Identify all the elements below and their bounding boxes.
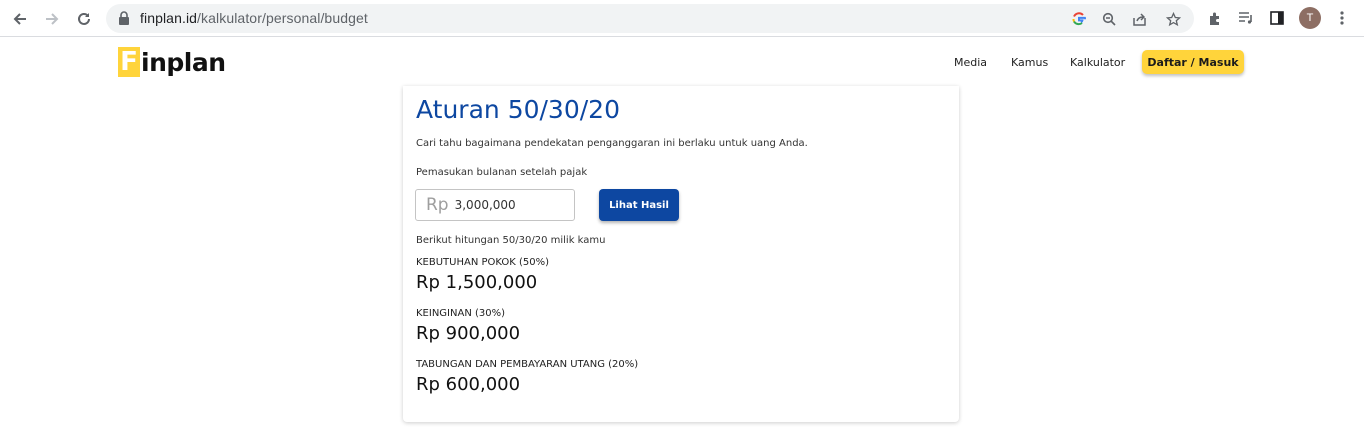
bookmark-star-icon[interactable] — [1164, 10, 1182, 28]
browser-toolbar: finplan.id/kalkulator/personal/budget T — [0, 0, 1364, 37]
logo-text: inplan — [141, 47, 226, 77]
forward-icon[interactable] — [40, 7, 64, 31]
extensions-icon[interactable] — [1206, 9, 1224, 27]
google-icon[interactable] — [1070, 10, 1088, 28]
currency-prefix: Rp — [426, 195, 449, 215]
result-value-wants: Rp 900,000 — [416, 323, 521, 344]
reload-icon[interactable] — [72, 7, 96, 31]
nav-kamus[interactable]: Kamus — [1011, 56, 1048, 69]
share-icon[interactable] — [1130, 10, 1148, 28]
lihat-hasil-button[interactable]: Lihat Hasil — [599, 189, 679, 221]
media-control-icon[interactable] — [1237, 9, 1255, 27]
result-value-savings: Rp 600,000 — [416, 374, 521, 395]
address-bar[interactable]: finplan.id/kalkulator/personal/budget — [106, 4, 1194, 33]
lock-icon[interactable] — [118, 11, 130, 30]
income-label: Pemasukan bulanan setelah pajak — [416, 167, 588, 178]
result-label-wants: KEINGINAN (30%) — [416, 308, 506, 319]
site-header: F inplan Media Kamus Kalkulator Daftar /… — [0, 38, 1364, 88]
result-label-savings: TABUNGAN DAN PEMBAYARAN UTANG (20%) — [416, 359, 639, 370]
logo-letter: F — [118, 47, 140, 77]
finplan-logo[interactable]: F inplan — [118, 47, 226, 77]
daftar-masuk-button[interactable]: Daftar / Masuk — [1142, 50, 1244, 74]
result-label-needs: KEBUTUHAN POKOK (50%) — [416, 257, 550, 268]
income-input[interactable] — [454, 198, 555, 212]
nav-kalkulator[interactable]: Kalkulator — [1070, 56, 1125, 69]
nav-media[interactable]: Media — [954, 56, 987, 69]
side-panel-icon[interactable] — [1268, 9, 1286, 27]
income-field[interactable]: Rp — [415, 189, 575, 221]
result-intro: Berikut hitungan 50/30/20 milik kamu — [416, 235, 606, 246]
url-text[interactable]: finplan.id/kalkulator/personal/budget — [140, 10, 368, 26]
page-title: Aturan 50/30/20 — [416, 95, 620, 124]
menu-kebab-icon[interactable] — [1333, 9, 1351, 27]
result-value-needs: Rp 1,500,000 — [416, 272, 538, 293]
calculator-description: Cari tahu bagaimana pendekatan pengangga… — [416, 138, 808, 149]
profile-avatar[interactable]: T — [1299, 7, 1321, 29]
back-icon[interactable] — [8, 7, 32, 31]
budget-calculator-card: Aturan 50/30/20 Cari tahu bagaimana pend… — [403, 86, 959, 422]
zoom-icon[interactable] — [1100, 10, 1118, 28]
